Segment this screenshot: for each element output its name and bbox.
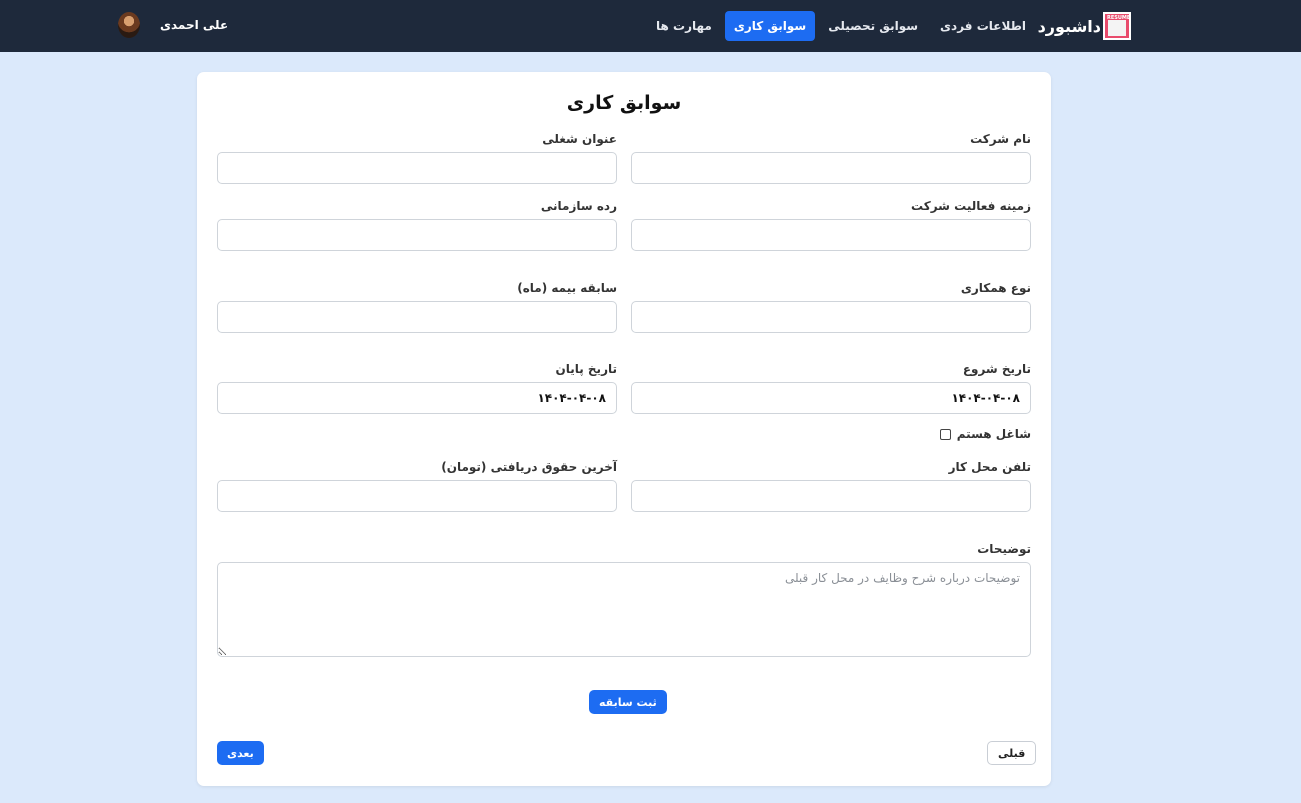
currently-working-label[interactable]: شاغل هستم: [957, 427, 1031, 441]
user-menu[interactable]: علی احمدی: [118, 12, 228, 38]
company-name-field: نام شرکت: [631, 132, 1031, 184]
job-title-field: عنوان شغلی: [217, 132, 617, 184]
submit-record-button[interactable]: ثبت سابقه: [589, 690, 667, 714]
page-title: سوابق کاری: [566, 92, 682, 114]
work-phone-field: تلفن محل کار: [631, 460, 1031, 512]
insurance-months-label: سابقه بیمه (ماه): [517, 281, 617, 295]
end-date-input[interactable]: [217, 382, 617, 414]
cooperation-type-field: نوع همکاری: [631, 281, 1031, 333]
nav-links: اطلاعات فردی سوابق تحصیلی سوابق کاری مها…: [647, 11, 1035, 41]
cooperation-type-input[interactable]: [631, 301, 1031, 333]
nav-link-education[interactable]: سوابق تحصیلی: [819, 11, 927, 41]
avatar[interactable]: [118, 12, 140, 38]
description-textarea[interactable]: [217, 562, 1031, 657]
insurance-months-field: سابقه بیمه (ماه): [217, 281, 617, 333]
company-field-label: زمینه فعالیت شرکت: [911, 199, 1031, 213]
company-name-input[interactable]: [631, 152, 1031, 184]
nav-link-work-experience[interactable]: سوابق کاری: [724, 11, 816, 41]
previous-button[interactable]: قبلی: [987, 741, 1037, 765]
next-button[interactable]: بعدی: [217, 741, 264, 765]
cooperation-type-label: نوع همکاری: [960, 281, 1031, 295]
currently-working-checkbox[interactable]: [939, 428, 951, 440]
nav-link-personal-info[interactable]: اطلاعات فردی: [931, 11, 1035, 41]
user-name[interactable]: علی احمدی: [160, 18, 228, 32]
description-field: توضیحات: [217, 542, 1031, 661]
job-title-input[interactable]: [217, 152, 617, 184]
end-date-label: تاریخ پایان: [555, 362, 617, 376]
org-rank-input[interactable]: [217, 219, 617, 251]
resume-logo-icon: RESUME: [1103, 12, 1131, 40]
description-label: توضیحات: [977, 542, 1031, 556]
top-navbar: RESUME داشبورد اطلاعات فردی سوابق تحصیلی…: [0, 0, 1301, 52]
last-salary-label: آخرین حقوق دریافتی (تومان): [441, 460, 617, 474]
start-date-input[interactable]: [631, 382, 1031, 414]
company-field-field: زمینه فعالیت شرکت: [631, 199, 1031, 251]
work-phone-input[interactable]: [631, 480, 1031, 512]
logo-text: RESUME: [1107, 15, 1131, 21]
brand[interactable]: RESUME داشبورد: [1038, 11, 1131, 41]
start-date-field: تاریخ شروع: [631, 362, 1031, 414]
last-salary-input[interactable]: [217, 480, 617, 512]
work-phone-label: تلفن محل کار: [948, 460, 1031, 474]
start-date-label: تاریخ شروع: [962, 362, 1031, 376]
insurance-months-input[interactable]: [217, 301, 617, 333]
nav-link-skills[interactable]: مهارت ها: [647, 11, 721, 41]
currently-working-row: شاغل هستم: [631, 426, 1031, 442]
job-title-label: عنوان شغلی: [542, 132, 617, 146]
org-rank-label: رده سازمانی: [540, 199, 617, 213]
org-rank-field: رده سازمانی: [217, 199, 617, 251]
company-field-input[interactable]: [631, 219, 1031, 251]
brand-title[interactable]: داشبورد: [1038, 17, 1101, 36]
last-salary-field: آخرین حقوق دریافتی (تومان): [217, 460, 617, 512]
work-experience-form-card: سوابق کاری نام شرکت عنوان شغلی زمینه فعا…: [197, 72, 1051, 786]
company-name-label: نام شرکت: [970, 132, 1031, 146]
end-date-field: تاریخ پایان: [217, 362, 617, 414]
